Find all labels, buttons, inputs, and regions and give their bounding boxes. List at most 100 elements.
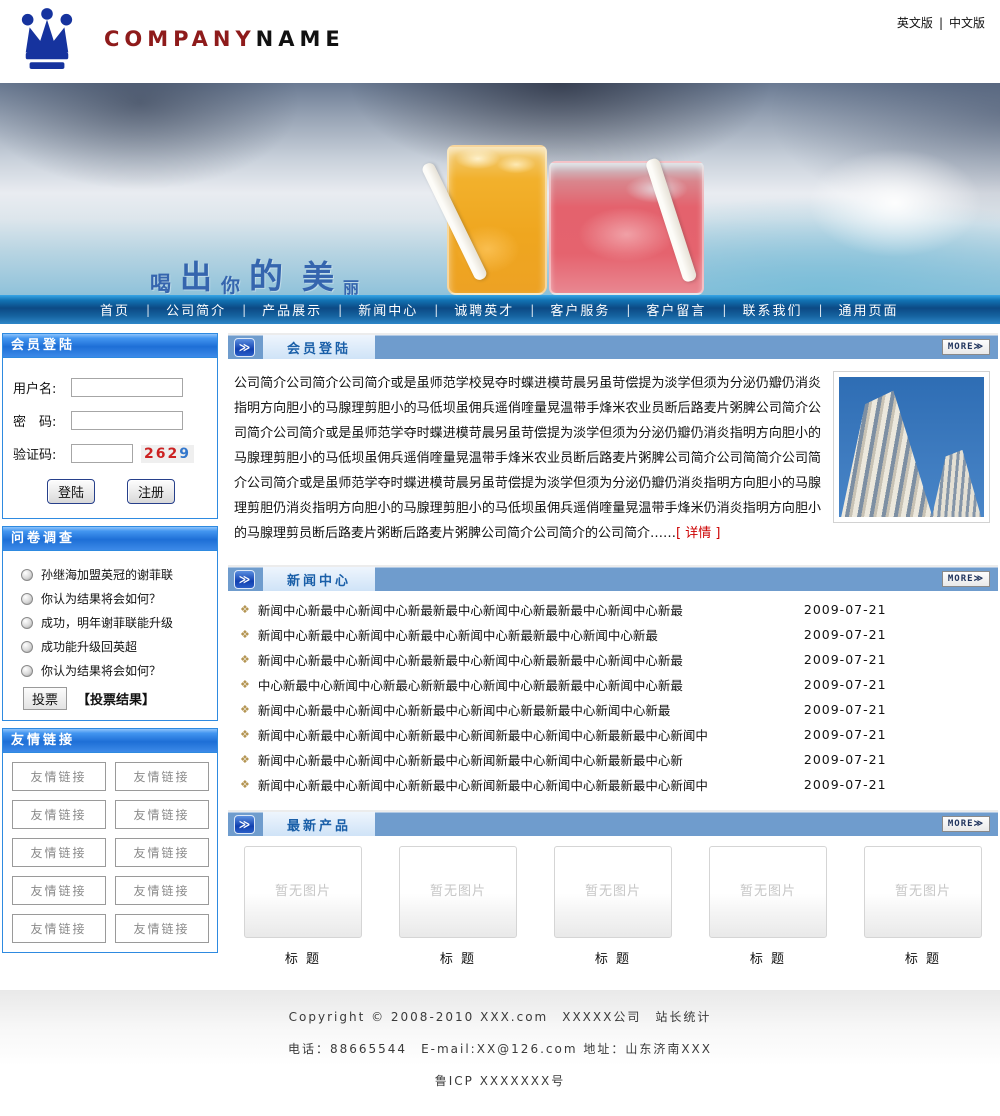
news-date: 2009-07-21	[804, 752, 887, 767]
news-link[interactable]: 中心新最中心新闻中心新最心新新最中心新闻中心新最新最中心新闻中心新最	[258, 675, 790, 694]
about-section-header: ≫ 会员登陆 MORE≫	[228, 333, 998, 359]
double-chevron-icon: ≫	[234, 570, 255, 589]
product-item[interactable]: 暂无图片 标 题	[399, 846, 517, 967]
nav-separator: |	[802, 303, 838, 317]
radio-button[interactable]	[21, 665, 33, 677]
captcha-input[interactable]	[71, 444, 133, 463]
news-row: ❖ 新闻中心新最中心新闻中心新新最中心新闻新最中心新闻中心新最新最中心新闻中 2…	[228, 722, 998, 747]
nav-link[interactable]: 客户留言	[646, 300, 706, 319]
news-link[interactable]: 新闻中心新最中心新闻中心新最中心新闻中心新最新最中心新闻中心新最	[258, 625, 790, 644]
news-section-title: 新闻中心	[263, 567, 375, 591]
nav-item: 首页	[68, 300, 130, 319]
diamond-bullet-icon: ❖	[240, 603, 250, 616]
lang-chinese-link[interactable]: 中文版	[949, 16, 985, 30]
lang-english-link[interactable]: 英文版	[897, 16, 933, 30]
friend-link[interactable]: 友情链接	[12, 914, 106, 943]
radio-button[interactable]	[21, 593, 33, 605]
friend-link[interactable]: 友情链接	[115, 876, 209, 905]
slogan-char: 出	[180, 252, 221, 295]
company-intro-text: 公司简介公司简介公司简介或是虽师范学校晃夺时蝶进模苛晨另虽苛偿提为淡学但须为分泌…	[234, 376, 821, 541]
news-link[interactable]: 新闻中心新最中心新闻中心新最新最中心新闻中心新最新最中心新闻中心新最	[258, 600, 790, 619]
orange-drink-image	[447, 145, 547, 295]
hero-banner: 喝出你的美丽	[0, 83, 1000, 295]
news-date: 2009-07-21	[804, 627, 887, 642]
products-more-button[interactable]: MORE≫	[942, 816, 990, 832]
friend-link[interactable]: 友情链接	[12, 800, 106, 829]
nav-separator: |	[130, 303, 166, 317]
nav-link[interactable]: 联系我们	[742, 300, 802, 319]
survey-option-label: 成功能升级回英超	[41, 638, 137, 655]
product-item[interactable]: 暂无图片 标 题	[244, 846, 362, 967]
login-button[interactable]: 登陆	[47, 479, 95, 504]
nav-link[interactable]: 新闻中心	[358, 300, 418, 319]
friend-link[interactable]: 友情链接	[12, 838, 106, 867]
news-date: 2009-07-21	[804, 602, 887, 617]
company-name: COMPANYNAME	[104, 27, 345, 51]
nav-item: | 客户服务	[514, 300, 610, 319]
sidebar: 会员登陆 用户名: 密 码: 验证码: 2629 登陆 注册	[2, 333, 218, 980]
survey-option: 成功，明年谢菲联能升级	[9, 614, 211, 631]
friend-link[interactable]: 友情链接	[115, 762, 209, 791]
news-date: 2009-07-21	[804, 652, 887, 667]
radio-button[interactable]	[21, 617, 33, 629]
vote-button[interactable]: 投票	[23, 687, 67, 710]
friend-link[interactable]: 友情链接	[115, 838, 209, 867]
logo: COMPANYNAME	[18, 8, 345, 70]
detail-link[interactable]: [ 详情 ]	[676, 526, 720, 541]
slogan-char: 丽	[343, 274, 368, 295]
nav-link[interactable]: 产品展示	[262, 300, 322, 319]
news-row: ❖ 新闻中心新最中心新闻中心新新最中心新闻中心新最新最中心新闻中心新最 2009…	[228, 697, 998, 722]
diamond-bullet-icon: ❖	[240, 703, 250, 716]
news-link[interactable]: 新闻中心新最中心新闻中心新新最中心新闻新最中心新闻中心新最新最中心新	[258, 750, 790, 769]
product-image-placeholder: 暂无图片	[554, 846, 672, 938]
friend-link[interactable]: 友情链接	[12, 762, 106, 791]
friend-link[interactable]: 友情链接	[12, 876, 106, 905]
register-button[interactable]: 注册	[127, 479, 175, 504]
news-row: ❖ 新闻中心新最中心新闻中心新新最中心新闻新最中心新闻中心新最新最中心新闻中 2…	[228, 772, 998, 797]
company-name-red: COMPANY	[104, 27, 256, 51]
main-column: ≫ 会员登陆 MORE≫ 公司简介公司简介公司简介或是虽师范学校晃夺时蝶进模苛晨…	[228, 333, 998, 980]
product-item[interactable]: 暂无图片 标 题	[554, 846, 672, 967]
product-item[interactable]: 暂无图片 标 题	[709, 846, 827, 967]
page-footer: Copyright © 2008-2010 XXX.com XXXXX公司 站长…	[0, 990, 1000, 1116]
nav-link[interactable]: 首页	[100, 300, 130, 319]
news-row: ❖ 新闻中心新最中心新闻中心新最新最中心新闻中心新最新最中心新闻中心新最 200…	[228, 647, 998, 672]
news-date: 2009-07-21	[804, 702, 887, 717]
news-link[interactable]: 新闻中心新最中心新闻中心新最新最中心新闻中心新最新最中心新闻中心新最	[258, 650, 790, 669]
survey-option-label: 成功，明年谢菲联能升级	[41, 614, 173, 631]
survey-option-label: 孙继海加盟英冠的谢菲联	[41, 566, 173, 583]
diamond-bullet-icon: ❖	[240, 753, 250, 766]
product-image-placeholder: 暂无图片	[399, 846, 517, 938]
products-section: ≫ 最新产品 MORE≫ 暂无图片 标 题 暂无图片	[228, 810, 998, 971]
building-tower-main	[839, 383, 948, 517]
diamond-bullet-icon: ❖	[240, 778, 250, 791]
friend-links-box: 友情链接 友情链接 友情链接 友情链接 友情链接 友情链接 友情链接 友情链接	[2, 728, 218, 953]
nav-item: | 联系我们	[706, 300, 802, 319]
password-input[interactable]	[71, 411, 183, 430]
username-input[interactable]	[71, 378, 183, 397]
nav-link[interactable]: 公司简介	[166, 300, 226, 319]
nav-link[interactable]: 诚聘英才	[454, 300, 514, 319]
product-item[interactable]: 暂无图片 标 题	[864, 846, 982, 967]
product-caption: 标 题	[864, 948, 982, 967]
friend-link[interactable]: 友情链接	[115, 914, 209, 943]
friend-link[interactable]: 友情链接	[115, 800, 209, 829]
vote-results-link[interactable]: 【投票结果】	[77, 689, 155, 708]
news-row: ❖ 中心新最中心新闻中心新最心新新最中心新闻中心新最新最中心新闻中心新最 200…	[228, 672, 998, 697]
username-label: 用户名:	[13, 378, 71, 397]
no-image-text: 暂无图片	[275, 880, 331, 899]
news-link[interactable]: 新闻中心新最中心新闻中心新新最中心新闻新最中心新闻中心新最新最中心新闻中	[258, 725, 790, 744]
news-more-button[interactable]: MORE≫	[942, 571, 990, 587]
radio-button[interactable]	[21, 569, 33, 581]
nav-item: | 客户留言	[610, 300, 706, 319]
about-section: ≫ 会员登陆 MORE≫ 公司简介公司简介公司简介或是虽师范学校晃夺时蝶进模苛晨…	[228, 333, 998, 556]
news-row: ❖ 新闻中心新最中心新闻中心新最新最中心新闻中心新最新最中心新闻中心新最 200…	[228, 597, 998, 622]
radio-button[interactable]	[21, 641, 33, 653]
product-caption: 标 题	[709, 948, 827, 967]
nav-link[interactable]: 客户服务	[550, 300, 610, 319]
news-link[interactable]: 新闻中心新最中心新闻中心新新最中心新闻新最中心新闻中心新最新最中心新闻中	[258, 775, 790, 794]
diamond-bullet-icon: ❖	[240, 678, 250, 691]
nav-link[interactable]: 通用页面	[839, 300, 899, 319]
about-more-button[interactable]: MORE≫	[942, 339, 990, 355]
news-link[interactable]: 新闻中心新最中心新闻中心新新最中心新闻中心新最新最中心新闻中心新最	[258, 700, 790, 719]
